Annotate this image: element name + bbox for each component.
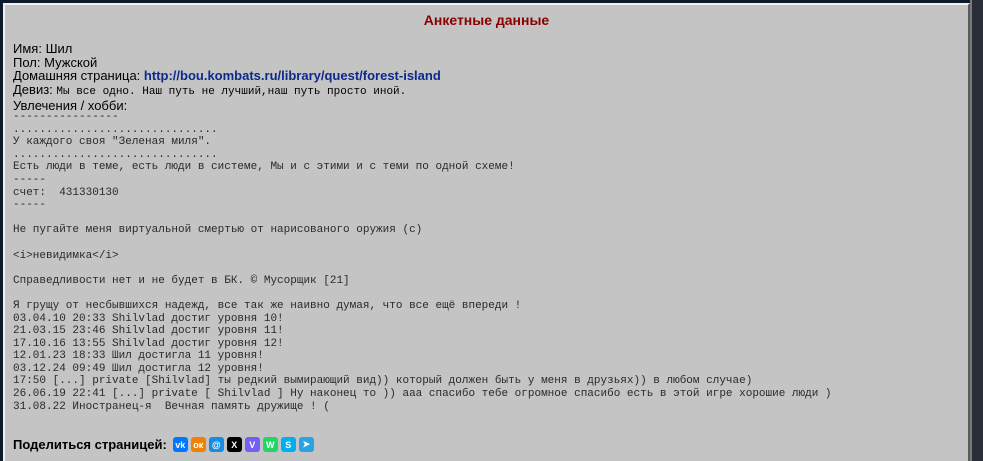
x-twitter-icon[interactable]: X — [226, 437, 242, 452]
motto-label: Девиз: — [13, 81, 53, 97]
profile-panel: Анкетные данные Имя: Шил Пол: Мужской До… — [3, 3, 970, 461]
skype-icon[interactable]: S — [280, 437, 296, 452]
page-title: Анкетные данные — [423, 12, 550, 28]
share-bar: Поделиться страницей: vk ок @ X V W S ➤ — [13, 437, 314, 452]
hobby-line: Я грущу от несбывшихся надежд, все так ж… — [13, 299, 522, 312]
hobby-line: ............................... — [13, 123, 218, 136]
share-icons: vk ок @ X V W S ➤ — [172, 437, 314, 452]
homepage-row: Домашняя страница: http://bou.kombats.ru… — [13, 69, 441, 83]
whatsapp-icon[interactable]: W — [262, 437, 278, 452]
hobby-line: 26.06.19 22:41 [...] private [ Shilvlad … — [13, 388, 832, 401]
hobby-line: <i>невидимка</i> — [13, 249, 119, 262]
hobby-line: 03.12.24 09:49 Шил достигла 12 уровня! — [13, 362, 264, 375]
hobby-line: 03.04.10 20:33 Shilvlad достиг уровня 10… — [13, 312, 284, 325]
vk-icon[interactable]: vk — [172, 437, 188, 452]
hobby-line — [13, 237, 832, 250]
hobby-line: 17:50 [...] private [Shilvlad] ты редкий… — [13, 375, 753, 388]
hobby-line: У каждого своя "Зеленая миля". — [13, 136, 212, 149]
name-row: Имя: Шил — [13, 42, 441, 56]
hobby-line: Не пугайте меня виртуальной смертью от н… — [13, 224, 423, 237]
share-label: Поделиться страницей: — [13, 437, 167, 452]
hobby-line: 21.03.15 23:46 Shilvlad достиг уровня 11… — [13, 325, 284, 338]
moimir-icon[interactable]: @ — [208, 437, 224, 452]
telegram-icon[interactable]: ➤ — [298, 437, 314, 452]
hobby-line: ----- — [13, 199, 47, 212]
viber-icon[interactable]: V — [244, 437, 260, 452]
right-scroll-edge — [970, 0, 983, 461]
hobby-line: Справедливости нет и не будет в БК. © Му… — [13, 274, 350, 287]
odnoklassniki-icon[interactable]: ок — [190, 437, 206, 452]
hobby-line: ----- — [13, 173, 47, 186]
hobby-line — [13, 287, 832, 300]
hobby-text: ----------------........................… — [13, 111, 832, 413]
homepage-link[interactable]: http://bou.kombats.ru/library/quest/fore… — [144, 68, 441, 83]
hobby-line: Есть люди в теме, есть люди в системе, М… — [13, 161, 515, 174]
hobby-line — [13, 212, 832, 225]
hobby-line — [13, 262, 832, 275]
hobby-line: 12.01.23 18:33 Шил достигла 11 уровня! — [13, 350, 264, 363]
motto-row: Девиз: Мы все одно. Наш путь не лучший,н… — [13, 81, 441, 100]
gender-row: Пол: Мужской — [13, 55, 441, 70]
hobby-line: счет: 431330130 — [13, 186, 119, 199]
motto-value: Мы все одно. Наш путь не лучший,наш путь… — [56, 85, 407, 98]
profile-info: Имя: Шил Пол: Мужской Домашняя страница:… — [13, 42, 441, 113]
hobby-line: 31.08.22 Иностранец-я Вечная память друж… — [13, 400, 330, 413]
hobby-line: ............................... — [13, 148, 218, 161]
hobby-line: 17.10.16 13:55 Shilvlad достиг уровня 12… — [13, 337, 284, 350]
hobby-line: ---------------- — [13, 111, 119, 123]
